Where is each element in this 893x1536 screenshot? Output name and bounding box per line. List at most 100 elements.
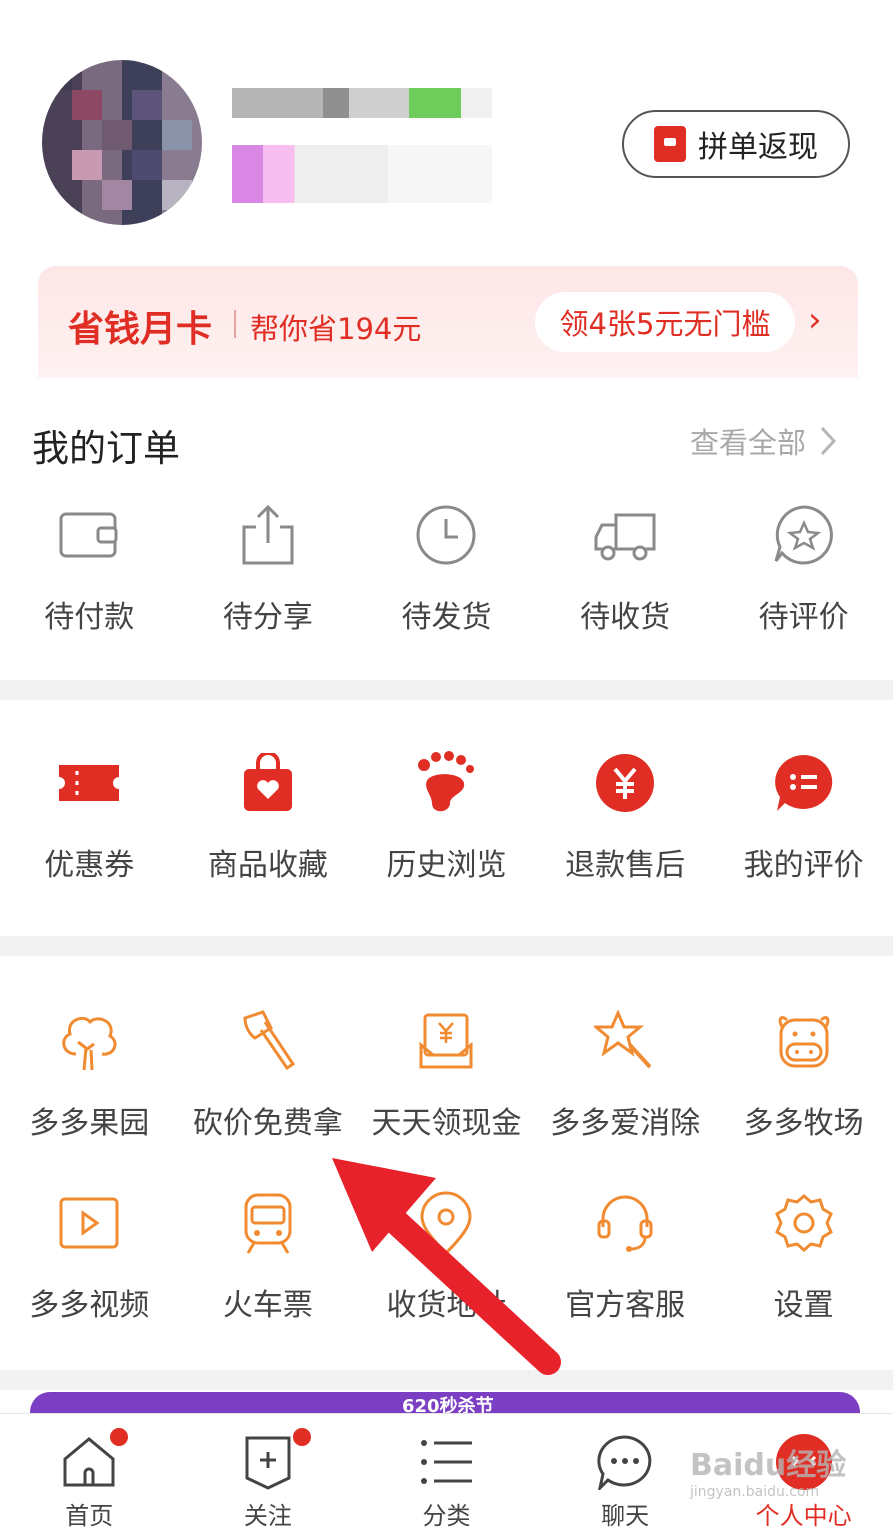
tool-label: 多多爱消除 (550, 1106, 701, 1141)
tree-icon (54, 1006, 124, 1076)
avatar[interactable] (42, 60, 202, 225)
tab-follow[interactable]: 关注 (179, 1414, 358, 1536)
bargain-free-entry[interactable]: 砍价免费拿 (179, 1006, 358, 1142)
tab-label: 关注 (243, 1502, 292, 1530)
chat-icon (595, 1432, 655, 1492)
tab-label: 分类 (422, 1502, 471, 1530)
tool-label: 天天领现金 (371, 1106, 522, 1141)
location-icon (411, 1188, 481, 1258)
tools-row-1: 多多果园 砍价免费拿 天天领现金 多多爱消除 多多牧场 (0, 1006, 893, 1142)
service-label: 优惠券 (44, 848, 135, 883)
footprint-icon (411, 748, 481, 818)
chevron-right-icon (820, 426, 837, 456)
order-status-label: 待发货 (401, 600, 492, 635)
follow-icon (238, 1432, 298, 1492)
video-icon (54, 1188, 124, 1258)
notification-badge (292, 1428, 311, 1446)
section-divider (0, 1370, 893, 1390)
favorites-entry[interactable]: 商品收藏 (179, 748, 358, 884)
headset-icon (590, 1188, 660, 1258)
cashback-label: 拼单返现 (698, 130, 818, 165)
savings-card-desc: 帮你省194元 (250, 312, 422, 346)
tab-label: 个人中心 (755, 1502, 852, 1530)
services-row: 优惠券 商品收藏 历史浏览 退款售后 我的评价 (0, 748, 893, 884)
star-bubble-icon (769, 500, 839, 570)
notification-badge (110, 1428, 128, 1446)
section-divider (0, 680, 893, 700)
service-label: 退款售后 (565, 848, 686, 883)
service-label: 商品收藏 (207, 848, 328, 883)
coupon-icon (54, 748, 124, 818)
orchard-entry[interactable]: 多多果园 (0, 1006, 179, 1142)
divider (234, 310, 236, 338)
profile-header: 拼单返现 (0, 0, 893, 260)
comment-icon (769, 748, 839, 818)
customer-service-entry[interactable]: 官方客服 (536, 1188, 715, 1324)
yuan-icon (590, 748, 660, 818)
view-all-orders-link[interactable]: 查看全部 (690, 420, 837, 462)
cash-envelope-icon (411, 1006, 481, 1076)
order-status-label: 待评价 (758, 600, 849, 635)
service-label: 历史浏览 (386, 848, 507, 883)
match-game-entry[interactable]: 多多爱消除 (536, 1006, 715, 1142)
tool-label: 官方客服 (565, 1288, 686, 1323)
order-pending-review[interactable]: 待评价 (714, 500, 893, 636)
wallet-icon (54, 500, 124, 570)
watermark: Baidu经验 jingyan.baidu.com (690, 1440, 846, 1500)
my-reviews-entry[interactable]: 我的评价 (714, 748, 893, 884)
order-pending-receive[interactable]: 待收货 (536, 500, 715, 636)
orders-title: 我的订单 (32, 427, 180, 470)
list-icon (416, 1432, 476, 1492)
settings-entry[interactable]: 设置 (714, 1188, 893, 1324)
order-pending-share[interactable]: 待分享 (179, 500, 358, 636)
tab-chat[interactable]: 聊天 (536, 1414, 715, 1536)
tab-label: 聊天 (601, 1502, 650, 1530)
watermark-brand: Baidu经验 (690, 1448, 847, 1483)
star-wand-icon (590, 1006, 660, 1076)
ranch-entry[interactable]: 多多牧场 (714, 1006, 893, 1142)
refund-entry[interactable]: 退款售后 (536, 748, 715, 884)
coupons-entry[interactable]: 优惠券 (0, 748, 179, 884)
share-icon (233, 500, 303, 570)
order-status-row: 待付款 待分享 待发货 待收货 待评价 (0, 500, 893, 636)
video-entry[interactable]: 多多视频 (0, 1188, 179, 1324)
watermark-url: jingyan.baidu.com (690, 1484, 820, 1500)
order-status-label: 待付款 (44, 600, 135, 635)
order-pending-payment[interactable]: 待付款 (0, 500, 179, 636)
daily-cash-entry[interactable]: 天天领现金 (357, 1006, 536, 1142)
section-divider (0, 936, 893, 956)
gear-icon (769, 1188, 839, 1258)
train-ticket-entry[interactable]: 火车票 (179, 1188, 358, 1324)
view-all-label: 查看全部 (690, 426, 807, 460)
truck-icon (590, 500, 660, 570)
tool-label: 火车票 (222, 1288, 313, 1323)
coupon-claim-pill[interactable]: 领4张5元无门槛 (535, 292, 795, 352)
username-blurred (232, 88, 492, 118)
heart-bag-icon (233, 748, 303, 818)
cashback-button[interactable]: 拼单返现 (622, 110, 850, 178)
order-status-label: 待分享 (222, 600, 313, 635)
tools-row-2: 多多视频 火车票 收货地址 官方客服 设置 (0, 1188, 893, 1324)
tool-label: 多多视频 (29, 1288, 150, 1323)
clock-icon (411, 500, 481, 570)
service-label: 我的评价 (743, 848, 864, 883)
tool-label: 收货地址 (386, 1288, 507, 1323)
tab-category[interactable]: 分类 (357, 1414, 536, 1536)
tool-label: 设置 (773, 1288, 834, 1323)
history-entry[interactable]: 历史浏览 (357, 748, 536, 884)
order-pending-ship[interactable]: 待发货 (357, 500, 536, 636)
chevron-right-icon: › (808, 300, 822, 340)
axe-icon (233, 1006, 303, 1076)
order-status-label: 待收货 (580, 600, 671, 635)
savings-card-banner[interactable]: 省钱月卡 帮你省194元 领4张5元无门槛 › (38, 266, 858, 378)
tool-label: 砍价免费拿 (192, 1106, 343, 1141)
address-entry[interactable]: 收货地址 (357, 1188, 536, 1324)
orders-section: 我的订单 查看全部 待付款 待分享 待发货 待收货 待评价 (0, 378, 893, 678)
user-info-blurred (232, 145, 492, 203)
tool-label: 多多果园 (29, 1106, 150, 1141)
train-icon (233, 1188, 303, 1258)
tab-label: 首页 (65, 1502, 114, 1530)
tool-label: 多多牧场 (743, 1106, 864, 1141)
tab-home[interactable]: 首页 (0, 1414, 179, 1536)
cow-icon (769, 1006, 839, 1076)
